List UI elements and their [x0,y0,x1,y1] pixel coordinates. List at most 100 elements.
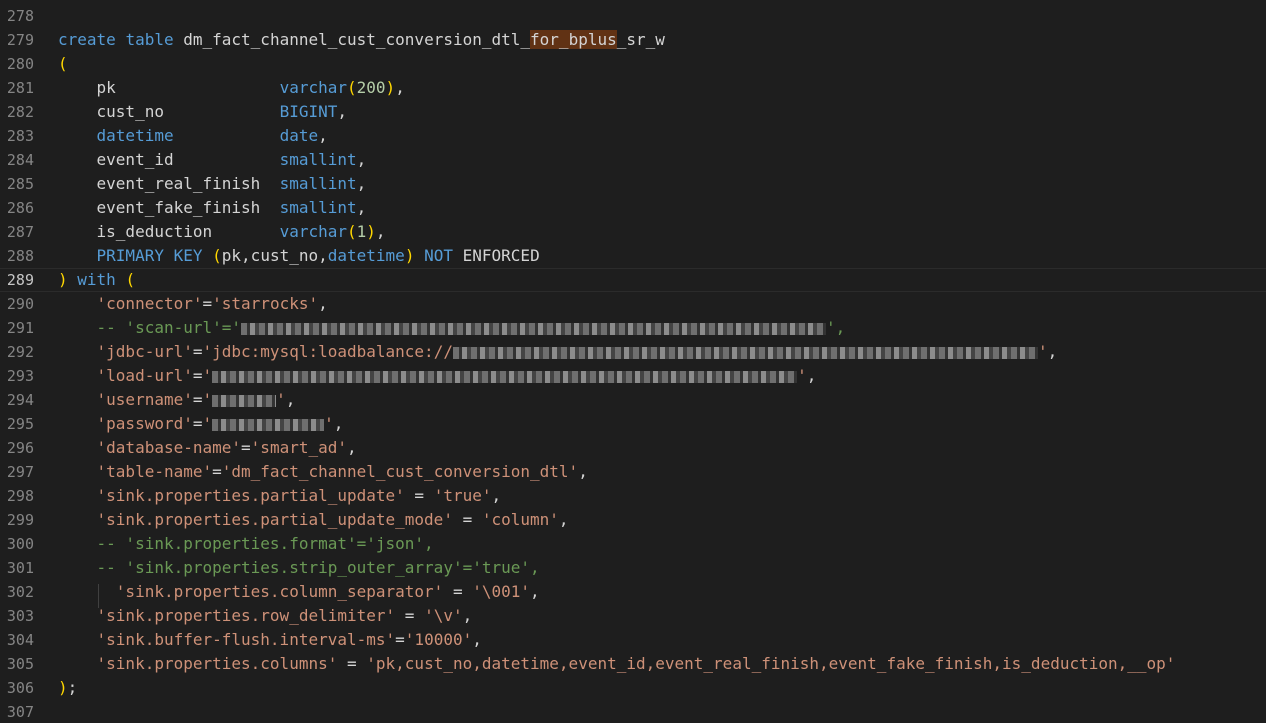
line-number: 283 [6,127,34,145]
line-number: 302 [6,583,34,601]
code-text: 'sink.properties.partial_update_mode' = … [58,508,569,532]
code-token: 'username' [96,390,193,409]
code-line[interactable]: 284 event_id smallint, [0,148,1266,172]
code-token: = [443,582,473,601]
line-number: 292 [6,343,34,361]
code-token: , [806,366,817,385]
code-line[interactable]: 296 'database-name'='smart_ad', [0,436,1266,460]
code-token: is_deduction [58,222,280,241]
code-token: 'sink.buffer-flush.interval-ms' [96,630,396,649]
line-number: 285 [6,175,34,193]
code-line[interactable]: 306); [0,676,1266,700]
code-token: -- 'sink.properties.strip_outer_array'='… [96,558,540,577]
line-number: 286 [6,199,34,217]
code-token: 200 [356,78,386,97]
code-token: 'table-name' [96,462,213,481]
code-token: varchar [279,222,347,241]
code-token: ' [324,414,334,433]
code-text: 'sink.properties.row_delimiter' = '\v', [58,604,473,628]
code-line[interactable]: 302 'sink.properties.column_separator' =… [0,580,1266,604]
code-line[interactable]: 293 'load-url'=' ', [0,364,1266,388]
code-line[interactable]: 282 cust_no BIGINT, [0,100,1266,124]
code-line[interactable]: 297 'table-name'='dm_fact_channel_cust_c… [0,460,1266,484]
line-number: 306 [6,679,34,697]
line-number: 294 [6,391,34,409]
code-token: ' [202,366,213,385]
code-line[interactable]: 304 'sink.buffer-flush.interval-ms'='100… [0,628,1266,652]
code-line[interactable]: 303 'sink.properties.row_delimiter' = '\… [0,604,1266,628]
code-token: ( [125,270,136,289]
code-text: cust_no BIGINT, [58,100,347,124]
code-line[interactable]: 287 is_deduction varchar(1), [0,220,1266,244]
code-line[interactable]: 301 -- 'sink.properties.strip_outer_arra… [0,556,1266,580]
code-text: -- 'sink.properties.strip_outer_array'='… [58,556,540,580]
code-token: = [192,342,203,361]
line-number: 282 [6,103,34,121]
code-token: ; [67,678,78,697]
code-line[interactable]: 295 'password'=' ', [0,412,1266,436]
code-line[interactable]: 283 datetime date, [0,124,1266,148]
line-number: 293 [6,367,34,385]
code-token: ) [385,78,396,97]
code-token: ' [276,390,286,409]
code-token: with [77,270,116,289]
code-token: 'starrocks' [212,294,319,313]
code-line[interactable]: 279 create table dm_fact_channel_cust_con… [0,28,1266,52]
code-line[interactable]: 299 'sink.properties.partial_update_mode… [0,508,1266,532]
code-token: 'jdbc:mysql:loadbalance:// [202,342,453,361]
line-number: 300 [6,535,34,553]
code-token: , [462,606,473,625]
code-token: = [337,654,367,673]
code-text: event_id smallint, [58,148,367,172]
code-token: PRIMARY KEY [96,246,203,265]
code-token: 'dm_fact_channel_cust_conversion_dtl' [221,462,579,481]
code-token: 'connector' [96,294,203,313]
code-line[interactable]: 290 'connector'='starrocks', [0,292,1266,316]
code-line[interactable]: 307 [0,700,1266,723]
code-line[interactable]: 300 -- 'sink.properties.format'='json', [0,532,1266,556]
code-line[interactable]: 281 pk varchar(200), [0,76,1266,100]
code-line[interactable]: 291 -- 'scan-url'=' ', [0,316,1266,340]
code-line[interactable]: 294 'username'=' ', [0,388,1266,412]
code-line[interactable]: 280 ( [0,52,1266,76]
code-token: ' [1037,342,1048,361]
code-token: date [279,126,319,145]
code-token: create [58,30,116,49]
code-token: 1 [356,222,367,241]
code-token: , [395,78,405,97]
code-token: , [318,294,328,313]
line-number: 307 [6,703,34,721]
code-token: 'column' [481,510,559,529]
code-line[interactable]: 305 'sink.properties.columns' = 'pk,cust… [0,652,1266,676]
code-token: event_id [58,150,280,169]
code-line[interactable]: 289) with ( [0,268,1266,292]
code-token: ) [366,222,376,241]
code-line[interactable]: 285 event_real_finish smallint, [0,172,1266,196]
code-token: 'database-name' [96,438,242,457]
code-token: '10000' [404,630,473,649]
code-editor[interactable]: 278 279 create table dm_fact_channel_cust_… [0,0,1266,723]
code-line[interactable]: 288 PRIMARY KEY (pk,cust_no,datetime) NO… [0,244,1266,268]
code-line[interactable]: 286 event_fake_finish smallint, [0,196,1266,220]
code-line[interactable]: 298 'sink.properties.partial_update' = '… [0,484,1266,508]
code-line[interactable]: 292 'jdbc-url'='jdbc:mysql:loadbalance:/… [0,340,1266,364]
code-text: is_deduction varchar(1), [58,220,386,244]
code-line[interactable]: 278 [0,4,1266,28]
code-text: 'sink.buffer-flush.interval-ms'='10000', [58,628,482,652]
code-token: _sr_w [616,30,665,49]
code-text: -- 'scan-url'=' ', [58,316,846,340]
code-token: ( [347,222,357,241]
code-token: smallint [279,174,357,193]
